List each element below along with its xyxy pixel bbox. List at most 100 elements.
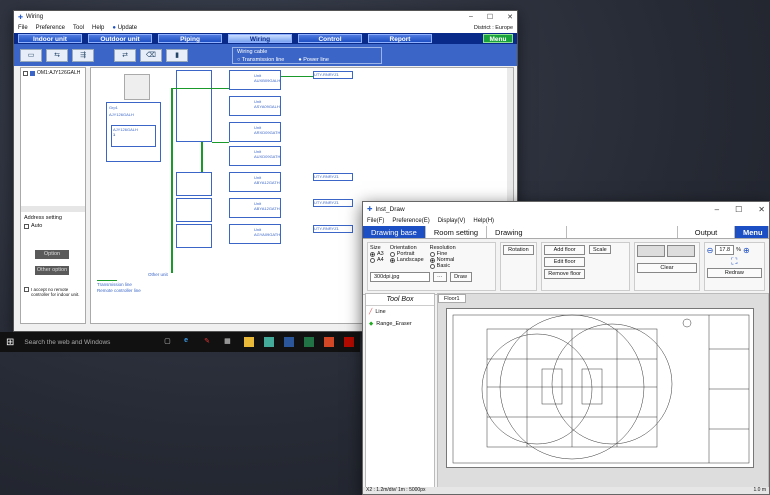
remote-node-2[interactable]: UTY-RNRYZ1 <box>313 173 353 181</box>
size-a4-label: A4 <box>377 257 384 263</box>
minimize-icon[interactable]: – <box>469 13 473 21</box>
controller-node-4[interactable] <box>176 224 212 248</box>
clear-button[interactable]: Clear <box>637 263 697 273</box>
unit-node-2[interactable]: Unit ASYA09GALH <box>229 96 281 116</box>
option-button[interactable]: Option <box>35 250 69 259</box>
trash-icon[interactable]: ▮ <box>166 48 188 62</box>
app-icon[interactable] <box>264 337 275 347</box>
redraw-button[interactable]: Redraw <box>706 268 763 278</box>
outdoor-unit-node[interactable] <box>124 74 150 100</box>
res-basic-radio[interactable]: Basic <box>429 263 456 269</box>
unit-node-3[interactable]: Unit ARXD09GATH <box>229 122 281 142</box>
link-icon[interactable]: ⇆ <box>46 48 68 62</box>
eraser-icon[interactable]: ⌫ <box>140 48 162 62</box>
fit-icon[interactable]: ⛶ <box>731 256 737 266</box>
menu-display[interactable]: Display(V) <box>438 218 466 224</box>
folder-icon[interactable] <box>244 337 255 347</box>
powerpoint-icon[interactable] <box>324 337 335 347</box>
scale-button[interactable]: Scale <box>588 245 611 254</box>
unit-node-7[interactable]: Unit AGYA09GATH <box>229 224 281 244</box>
tab-wiring[interactable]: Wiring <box>228 34 292 43</box>
calculator-icon[interactable]: ▦ <box>224 337 234 347</box>
browse-button[interactable]: ··· <box>433 272 447 282</box>
menu-update[interactable]: ● Update <box>112 25 137 31</box>
word-icon[interactable] <box>284 337 295 347</box>
floor-plan-sheet[interactable] <box>446 308 754 468</box>
group-node[interactable]: Grp1 AJY126GALH AJY126GALH 1 <box>106 102 161 162</box>
scrollbar[interactable] <box>21 206 85 212</box>
unit-name: Unit <box>254 99 262 104</box>
tool-line[interactable]: ╱ Line <box>366 306 434 318</box>
auto-checkbox[interactable]: Auto <box>24 223 42 229</box>
controller-node-3[interactable] <box>176 198 212 222</box>
draw-button[interactable]: Draw <box>449 272 472 282</box>
remove-floor-button[interactable]: Remove floor <box>544 269 585 279</box>
add-floor-button[interactable]: Add floor <box>544 245 585 255</box>
tab-outdoor-unit[interactable]: Outdoor unit <box>88 34 152 43</box>
tab-output[interactable]: Output <box>677 226 735 238</box>
transmission-line-radio[interactable]: ○ Transmission line <box>237 57 284 63</box>
minimize-icon[interactable]: – <box>715 205 719 214</box>
remote-node-4[interactable]: UTY-RNRYZ1 <box>313 225 353 233</box>
unit-node-4[interactable]: Unit AUXD09GATH <box>229 146 281 166</box>
close-icon[interactable]: ✕ <box>507 13 513 21</box>
swap-icon[interactable]: ⇄ <box>114 48 136 62</box>
zoom-in-icon[interactable]: ⊕ <box>743 246 750 255</box>
unit-icon[interactable]: ▭ <box>20 48 42 62</box>
edit-floor-button[interactable]: Edit floor <box>544 257 585 267</box>
zoom-value-field[interactable]: 17.8 <box>715 245 735 255</box>
window-title: Inst_Draw <box>375 205 405 213</box>
tab-report[interactable]: Report <box>368 34 432 43</box>
tab-indoor-unit[interactable]: Indoor unit <box>18 34 82 43</box>
landscape-radio[interactable]: Landscape <box>389 257 424 263</box>
unit-node-1[interactable]: Unit AUXB09GALH <box>229 70 281 90</box>
checkbox[interactable] <box>23 70 28 76</box>
remote-node-1[interactable]: UTY-RNRYZ1 <box>313 71 353 79</box>
menu-help[interactable]: Help <box>92 25 104 31</box>
district-label: District : Europe <box>473 25 513 31</box>
tool-line-label: Line <box>375 309 386 315</box>
pen-icon[interactable]: ✎ <box>204 337 214 347</box>
menu-file[interactable]: File <box>18 25 28 31</box>
group-box[interactable]: AJY126GALH 1 <box>111 125 156 147</box>
file-name-field[interactable]: 300dpi.jpg <box>370 272 430 282</box>
other-option-button[interactable]: Other option <box>35 266 69 275</box>
tool-range-eraser[interactable]: ◆ Range_Eraser <box>366 318 434 330</box>
edge-icon[interactable]: e <box>184 337 194 347</box>
menu-preference[interactable]: Preference(E) <box>392 218 429 224</box>
menu-preference[interactable]: Preference <box>36 25 65 31</box>
task-view-icon[interactable]: ▢ <box>164 337 174 347</box>
floor-tab[interactable]: Floor1 <box>438 294 466 303</box>
acrobat-icon[interactable] <box>344 337 355 347</box>
drawing-area[interactable]: Floor1 <box>437 293 769 489</box>
maximize-icon[interactable]: ☐ <box>487 13 493 21</box>
tab-drawing[interactable]: Drawing <box>487 226 568 238</box>
windows-start-icon[interactable]: ⊞ <box>6 337 14 348</box>
tab-control[interactable]: Control <box>298 34 362 43</box>
tree-item[interactable]: OM1:AJY126GALH <box>21 68 85 78</box>
unit-node-6[interactable]: Unit ABYA12GATH <box>229 198 281 218</box>
menu-button[interactable]: Menu <box>735 226 769 238</box>
rotation-button[interactable]: Rotation <box>502 245 535 255</box>
tab-room-setting[interactable]: Room setting <box>426 226 488 238</box>
maximize-icon[interactable]: ☐ <box>735 205 742 214</box>
tab-drawing-base[interactable]: Drawing base <box>363 226 426 238</box>
rotation-group: Rotation <box>499 242 538 291</box>
taskbar-search[interactable]: Search the web and Windows <box>24 339 154 346</box>
menu-file[interactable]: File(F) <box>367 218 384 224</box>
accept-remote-checkbox[interactable]: I accept no remote controller for indoor… <box>24 287 84 297</box>
connect-icon[interactable]: ⇶ <box>72 48 94 62</box>
unit-node-5[interactable]: Unit ABYA12GATH <box>229 172 281 192</box>
zoom-out-icon[interactable]: ⊖ <box>707 246 714 255</box>
menu-tool[interactable]: Tool <box>73 25 84 31</box>
menu-help[interactable]: Help(H) <box>473 218 494 224</box>
power-line-radio[interactable]: ● Power line <box>298 57 329 63</box>
controller-node-2[interactable] <box>176 172 212 196</box>
menu-button[interactable]: Menu <box>483 34 513 43</box>
excel-icon[interactable] <box>304 337 315 347</box>
size-a4-radio[interactable]: A4 <box>370 257 384 263</box>
close-icon[interactable]: ✕ <box>758 205 765 214</box>
tab-piping[interactable]: Piping <box>158 34 222 43</box>
remote-node-3[interactable]: UTY-RNRYZ1 <box>313 199 353 207</box>
controller-node-1[interactable] <box>176 70 212 142</box>
